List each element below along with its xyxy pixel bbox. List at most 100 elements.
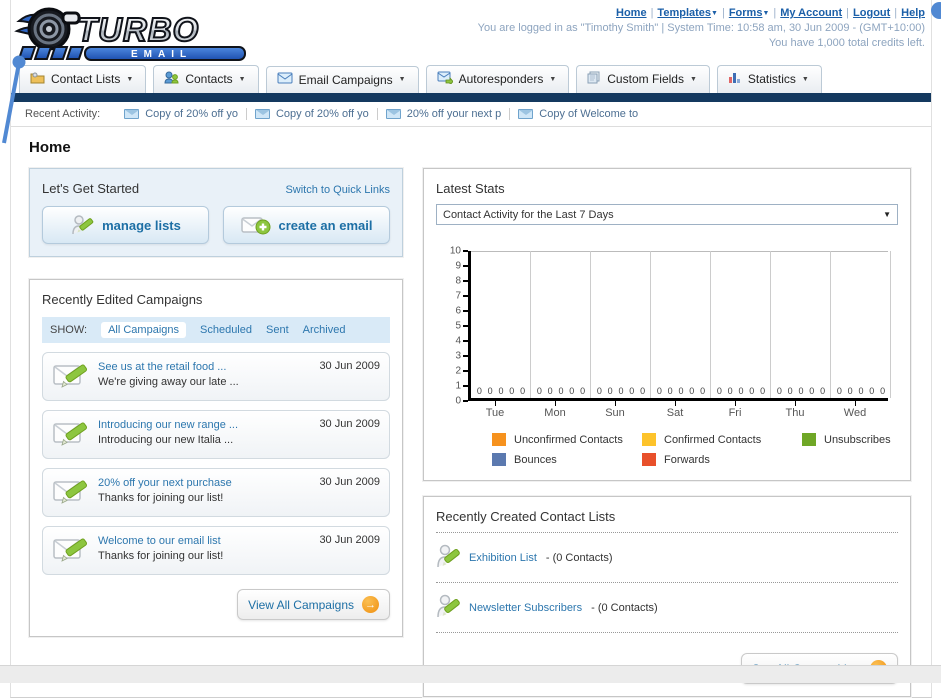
stats-period-dropdown[interactable]: Contact Activity for the Last 7 Days ▼ <box>436 204 898 225</box>
y-tick-label: 2 <box>455 365 461 377</box>
recent-activity-link[interactable]: Copy of 20% off yo <box>276 108 369 120</box>
tab-contact-lists[interactable]: Contact Lists ▼ <box>19 65 147 93</box>
top-nav-link-my-account[interactable]: My Account <box>780 7 842 19</box>
bar-value-labels: 00000 <box>651 386 711 396</box>
x-tick-label: Sun <box>585 401 645 419</box>
bar-value: 0 <box>498 386 504 396</box>
latest-stats-title: Latest Stats <box>436 181 505 196</box>
bar-value: 0 <box>558 386 564 396</box>
bar-value: 0 <box>569 386 575 396</box>
bar-value: 0 <box>820 386 826 396</box>
campaign-title-link[interactable]: Introducing our new range ... <box>98 419 238 431</box>
envelope-icon <box>385 109 401 119</box>
recent-activity-link[interactable]: 20% off your next p <box>407 108 502 120</box>
credits-text: You have 1,000 total credits left. <box>768 37 925 49</box>
manage-lists-button[interactable]: manage lists <box>42 206 209 244</box>
nav-separator: | <box>894 7 898 19</box>
tab-autoresponders[interactable]: Autoresponders ▼ <box>425 65 570 93</box>
bar-value: 0 <box>509 386 515 396</box>
bar-value: 0 <box>738 386 744 396</box>
chart-gridline <box>830 251 831 398</box>
person-pencil-icon <box>437 594 460 618</box>
tab-email-campaigns[interactable]: Email Campaigns ▼ <box>265 66 419 93</box>
autoresponder-envelope-icon <box>437 71 454 87</box>
top-nav-link-logout[interactable]: Logout <box>853 7 890 19</box>
top-nav-link-forms[interactable]: Forms <box>729 7 763 19</box>
tab-label: Email Campaigns <box>298 72 393 87</box>
nav-separator: | <box>846 7 850 19</box>
bar-value-labels: 00000 <box>771 386 831 396</box>
campaign-title-link[interactable]: 20% off your next purchase <box>98 477 232 489</box>
bar-value: 0 <box>700 386 706 396</box>
orange-arrow-icon: → <box>362 596 379 613</box>
person-pencil-icon <box>436 543 460 572</box>
bar-value: 0 <box>716 386 722 396</box>
legend-swatch <box>642 433 656 446</box>
bar-value: 0 <box>787 386 793 396</box>
dotted-separator <box>436 582 898 583</box>
legend-item-unconfirmed-contacts: Unconfirmed Contacts <box>492 433 642 446</box>
chevron-down-icon: ▼ <box>126 75 134 83</box>
campaign-list-item[interactable]: See us at the retail food ... We're givin… <box>42 352 390 401</box>
contact-list-item: Exhibition List - (0 Contacts) <box>436 541 898 574</box>
create-email-button[interactable]: create an email <box>223 206 390 244</box>
switch-quick-links-link[interactable]: Switch to Quick Links <box>285 184 390 196</box>
legend-item-bounces: Bounces <box>492 453 642 466</box>
envelope-icon <box>518 109 534 119</box>
page-title: Home <box>29 139 71 156</box>
campaign-title-link[interactable]: Welcome to our email list <box>98 535 221 547</box>
campaign-list-item[interactable]: Introducing our new range ... Introducing… <box>42 410 390 459</box>
recent-activity-item: 20% off your next p <box>378 108 511 120</box>
campaign-title-link[interactable]: See us at the retail food ... <box>98 361 226 373</box>
top-nav-link-help[interactable]: Help <box>901 7 925 19</box>
campaign-subtitle: Introducing our new Italia ... <box>98 434 234 446</box>
filter-tab-sent[interactable]: Sent <box>266 324 289 336</box>
bar-value: 0 <box>858 386 864 396</box>
campaign-text: Introducing our new range ... Introducing… <box>98 418 309 448</box>
legend-label: Forwards <box>664 453 710 466</box>
chevron-down-icon: ▼ <box>762 10 770 17</box>
filter-tab-archived[interactable]: Archived <box>303 324 346 336</box>
contact-list-link[interactable]: Exhibition List <box>469 552 537 564</box>
email-envelope-icon <box>277 72 293 87</box>
campaign-date: 30 Jun 2009 <box>319 360 380 372</box>
tab-statistics[interactable]: Statistics ▼ <box>716 65 822 93</box>
contact-list-link[interactable]: Newsletter Subscribers <box>469 602 582 614</box>
bar-value: 0 <box>776 386 782 396</box>
chevron-down-icon: ▼ <box>883 210 891 219</box>
contact-lists-title: Recently Created Contact Lists <box>436 509 616 524</box>
tab-contacts[interactable]: Contacts ▼ <box>153 65 259 93</box>
chevron-down-icon: ▼ <box>238 75 246 83</box>
bar-value: 0 <box>547 386 553 396</box>
filter-tab-all-campaigns[interactable]: All Campaigns <box>101 322 186 338</box>
y-tick-label: 5 <box>455 320 461 332</box>
bar-value: 0 <box>520 386 526 396</box>
bar-value: 0 <box>760 386 766 396</box>
legend-item-unsubscribes: Unsubscribes <box>802 433 941 446</box>
y-tick-label: 8 <box>455 275 461 287</box>
tab-custom-fields[interactable]: Custom Fields ▼ <box>576 65 710 93</box>
top-nav-link-templates[interactable]: Templates <box>657 7 711 19</box>
top-nav-link-home[interactable]: Home <box>616 7 647 19</box>
main-nav-tabs: Contact Lists ▼ Contacts ▼ Email Campaigns ▼ A… <box>11 63 931 93</box>
campaign-subtitle: We're giving away our late ... <box>98 376 239 388</box>
recent-activity-link[interactable]: Copy of Welcome to <box>539 108 638 120</box>
view-all-campaigns-button[interactable]: View All Campaigns → <box>237 589 390 620</box>
bar-value-labels: 00000 <box>531 386 591 396</box>
campaign-list-item[interactable]: Welcome to our email list Thanks for join… <box>42 526 390 575</box>
campaign-list-item[interactable]: 20% off your next purchase Thanks for joi… <box>42 468 390 517</box>
envelope-pencil-icon <box>52 418 88 451</box>
legend-label: Confirmed Contacts <box>664 433 762 446</box>
filter-tab-scheduled[interactable]: Scheduled <box>200 324 252 336</box>
get-started-panel: Let's Get Started Switch to Quick Links … <box>29 168 403 257</box>
x-tick-label: Wed <box>825 401 885 419</box>
y-tick-label: 6 <box>455 305 461 317</box>
envelope-pencil-icon <box>53 422 88 446</box>
chevron-down-icon: ▼ <box>549 75 557 83</box>
tab-label: Contacts <box>185 72 233 86</box>
recent-activity-link[interactable]: Copy of 20% off yo <box>145 108 238 120</box>
bar-value: 0 <box>836 386 842 396</box>
dotted-separator <box>436 632 898 633</box>
y-tick-label: 4 <box>455 335 461 347</box>
bar-value: 0 <box>880 386 886 396</box>
